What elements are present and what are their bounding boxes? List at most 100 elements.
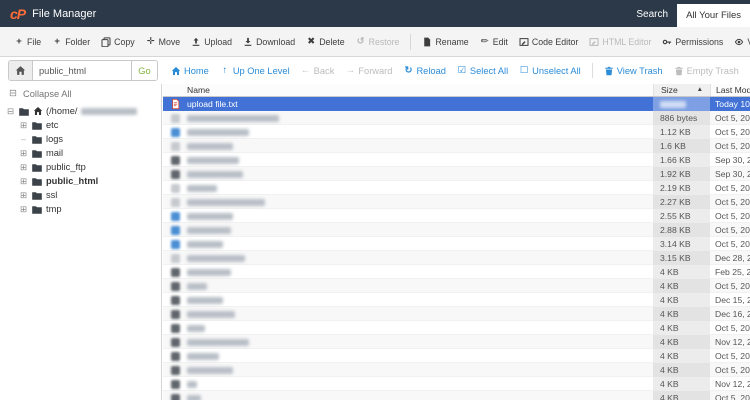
toolbar-label: Folder (65, 36, 91, 47)
nav-back: ← Back (301, 66, 334, 76)
file-modified-cell: Oct 5, 2016 (715, 323, 750, 333)
tree-item-ssl[interactable]: ⊞ ssl (0, 188, 161, 202)
file-name-cell (187, 195, 653, 209)
file-size-cell: 4 KB (653, 279, 710, 293)
expand-node-icon[interactable]: ⊞ (19, 177, 28, 186)
search-scope-dropdown[interactable]: All Your Files (677, 4, 750, 27)
redacted-file-name (187, 170, 243, 178)
table-row[interactable]: upload file.txt Today 10:13 (163, 97, 750, 111)
nav-label: Up One Level (232, 65, 290, 76)
go-button[interactable]: Go (131, 61, 157, 80)
column-icon-header[interactable] (163, 84, 187, 96)
nav-reload[interactable]: ↻ Reload (403, 66, 445, 76)
file-size-cell: 4 KB (653, 335, 710, 349)
nav-up-one-level[interactable]: ↑ Up One Level (220, 65, 290, 76)
toolbar-code-editor[interactable]: Code Editor (516, 37, 581, 47)
file-name-cell (187, 237, 653, 251)
redacted-file-name (187, 352, 219, 360)
toolbar-copy[interactable]: Copy (98, 37, 138, 47)
download-icon (243, 37, 253, 47)
toolbar-rename[interactable]: Rename (419, 37, 471, 47)
file-name-cell (187, 223, 653, 237)
table-row[interactable]: 4 KB Oct 5, 2016 (163, 279, 750, 293)
table-row[interactable]: 886 bytes Oct 5, 2016 (163, 111, 750, 125)
file-size-cell: 2.88 KB (653, 223, 710, 237)
table-row[interactable]: 4 KB Dec 16, 201 (163, 307, 750, 321)
file-modified-cell: Oct 5, 2016 (715, 113, 750, 123)
toolbar-delete[interactable]: ✖ Delete (303, 37, 347, 47)
collapse-all-button[interactable]: ⊟ Collapse All (0, 84, 161, 104)
file-size-cell: 4 KB (653, 391, 710, 400)
folder-icon (31, 134, 43, 145)
redacted-file-name (187, 198, 265, 206)
toolbar-restore: ↺ Restore (353, 37, 403, 47)
expand-node-icon[interactable]: ⊞ (19, 205, 28, 214)
toolbar-upload[interactable]: Upload (188, 37, 235, 47)
column-modified-header[interactable]: Last Modified (710, 84, 750, 96)
toolbar-move[interactable]: ✛ Move (143, 37, 184, 47)
table-row[interactable]: 2.19 KB Oct 5, 2016 (163, 181, 750, 195)
tree-item-label: tmp (46, 204, 62, 214)
table-row[interactable]: 2.27 KB Oct 5, 2016 (163, 195, 750, 209)
table-row[interactable]: 1.92 KB Sep 30, 201 (163, 167, 750, 181)
toolbar-edit[interactable]: ✏ Edit (477, 37, 511, 47)
table-row[interactable]: 2.88 KB Oct 5, 2016 (163, 223, 750, 237)
redacted-file-icon (170, 337, 180, 347)
toolbar-permissions[interactable]: Permissions (659, 37, 726, 47)
collapse-node-icon[interactable]: ⊟ (6, 107, 15, 116)
redacted-file-icon (170, 281, 180, 291)
file-type-cell (163, 237, 187, 251)
tree-item-logs[interactable]: – logs (0, 132, 161, 146)
toolbar-folder[interactable]: + Folder (49, 37, 93, 47)
table-row[interactable]: 4 KB Oct 5, 2016 (163, 391, 750, 400)
nav-view-trash[interactable]: View Trash (604, 66, 663, 76)
table-row[interactable]: 1.6 KB Oct 5, 2016 (163, 139, 750, 153)
table-row[interactable]: 4 KB Oct 5, 2016 (163, 363, 750, 377)
redacted-file-name (187, 128, 249, 136)
toolbar-file[interactable]: + File (11, 37, 44, 47)
tree-item--home-[interactable]: ⊟ (/home/ (0, 104, 161, 118)
tree-item-public-html[interactable]: ⊞ public_html (0, 174, 161, 188)
table-row[interactable]: 2.55 KB Oct 5, 2016 (163, 209, 750, 223)
table-row[interactable]: 4 KB Feb 25, 201 (163, 265, 750, 279)
collapse-icon: ⊟ (9, 88, 17, 100)
table-row[interactable]: 3.14 KB Oct 5, 2016 (163, 237, 750, 251)
file-name-cell (187, 181, 653, 195)
table-row[interactable]: 3.15 KB Dec 28, 201 (163, 251, 750, 265)
tree-item-label: etc (46, 120, 59, 130)
column-size-header[interactable]: Size ▲ (653, 84, 710, 96)
table-row[interactable]: 4 KB Nov 12, 201 (163, 377, 750, 391)
table-row[interactable]: 4 KB Nov 12, 201 (163, 335, 750, 349)
sort-ascending-icon: ▲ (696, 85, 703, 93)
table-row[interactable]: 4 KB Dec 15, 201 (163, 293, 750, 307)
file-size-cell: 1.92 KB (653, 167, 710, 181)
redacted-file-name (187, 380, 197, 388)
redacted-file-name (187, 338, 249, 346)
column-name-header[interactable]: Name (187, 84, 653, 96)
redacted-file-name (187, 226, 231, 234)
toolbar-download[interactable]: Download (240, 37, 298, 47)
expand-node-icon[interactable]: ⊞ (19, 163, 28, 172)
file-size-cell: 1.66 KB (653, 153, 710, 167)
toolbar-view[interactable]: View (731, 37, 750, 47)
path-input[interactable] (33, 61, 131, 80)
tree-item-mail[interactable]: ⊞ mail (0, 146, 161, 160)
table-row[interactable]: 4 KB Oct 5, 2016 (163, 321, 750, 335)
cpanel-logo: cP (10, 5, 26, 22)
toolbar-label: Move (158, 36, 181, 47)
search-button[interactable]: Search (636, 9, 668, 20)
nav-home[interactable]: Home (171, 66, 209, 76)
table-row[interactable]: 1.66 KB Sep 30, 201 (163, 153, 750, 167)
nav-unselect-all[interactable]: ☐ Unselect All (519, 66, 581, 76)
redacted-file-name (187, 310, 235, 318)
redacted-file-name (187, 184, 217, 192)
expand-node-icon[interactable]: ⊞ (19, 121, 28, 130)
nav-select-all[interactable]: ☑ Select All (457, 66, 509, 76)
expand-node-icon[interactable]: ⊞ (19, 191, 28, 200)
tree-item-etc[interactable]: ⊞ etc (0, 118, 161, 132)
tree-item-tmp[interactable]: ⊞ tmp (0, 202, 161, 216)
table-row[interactable]: 4 KB Oct 5, 2016 (163, 349, 750, 363)
tree-item-public-ftp[interactable]: ⊞ public_ftp (0, 160, 161, 174)
table-row[interactable]: 1.12 KB Oct 5, 2016 (163, 125, 750, 139)
expand-node-icon[interactable]: ⊞ (19, 149, 28, 158)
